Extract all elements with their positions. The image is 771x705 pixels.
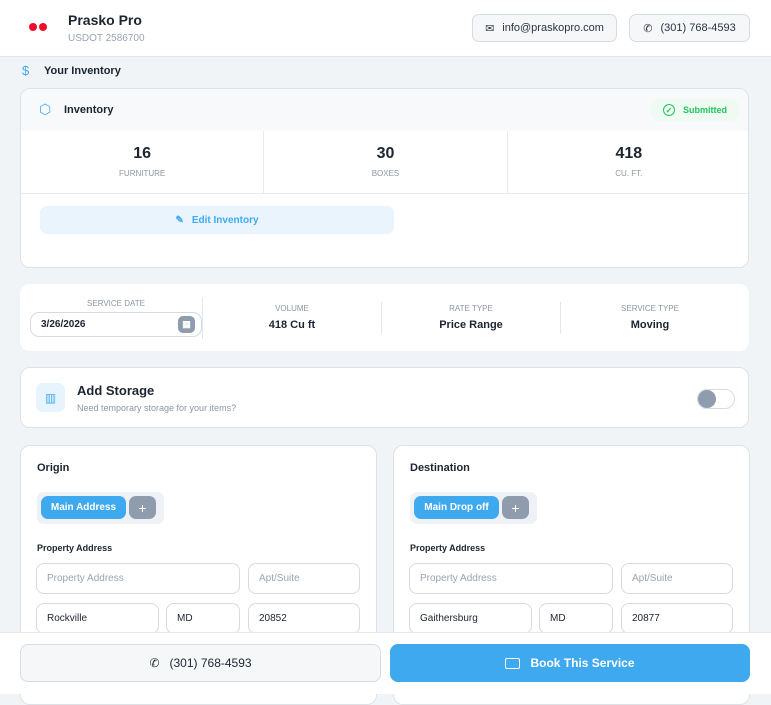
edit-inventory-button[interactable]: ✎ Edit Inventory bbox=[40, 206, 394, 234]
origin-zip-input[interactable]: 20852 bbox=[248, 603, 360, 634]
box-icon: ⬡ bbox=[39, 101, 52, 117]
rate-type: RATE TYPE Price Range bbox=[439, 304, 503, 331]
email-button[interactable]: ✉ info@praskopro.com bbox=[472, 14, 617, 42]
stat-boxes: 30 BOXES bbox=[264, 131, 508, 193]
add-drop-off-button[interactable]: + bbox=[502, 496, 529, 519]
stat-furniture: 16 FURNITURE bbox=[21, 131, 265, 193]
section-title: Your Inventory bbox=[44, 65, 121, 77]
usdot-number: USDOT 2586700 bbox=[68, 33, 145, 44]
phone-button[interactable]: ✆ (301) 768-4593 bbox=[629, 14, 750, 42]
mail-icon: ✉ bbox=[485, 22, 495, 35]
book-service-button[interactable]: Book This Service bbox=[390, 644, 750, 682]
volume: VOLUME 418 Cu ft bbox=[268, 304, 316, 331]
edit-icon: ✎ bbox=[175, 214, 184, 226]
storage-toggle[interactable] bbox=[697, 389, 735, 409]
status-badge: ✓ Submitted bbox=[651, 99, 739, 121]
destination-zip-input[interactable]: 20877 bbox=[621, 603, 733, 634]
inventory-card: ⬡ Inventory ✓ Submitted 16 FURNITURE 30 BOX… bbox=[20, 88, 749, 268]
origin-address-input[interactable]: Property Address bbox=[36, 563, 240, 594]
origin-city-input[interactable]: Rockville bbox=[36, 603, 159, 634]
destination-apt-input[interactable]: Apt/Suite bbox=[621, 563, 733, 594]
check-circle-icon: ✓ bbox=[663, 104, 675, 116]
service-details-card: SERVICE DATE 3/26/2026 ▦ VOLUME 418 Cu ft … bbox=[20, 284, 749, 351]
storage-card: ▥ Add Storage Need temporary storage for… bbox=[20, 367, 749, 428]
main-address-tab[interactable]: Main Address bbox=[41, 496, 126, 519]
calendar-icon[interactable]: ▦ bbox=[178, 315, 195, 333]
stat-cubic-feet: 418 CU. FT. bbox=[615, 145, 643, 178]
destination-state-input[interactable]: MD bbox=[539, 603, 613, 634]
destination-address-input[interactable]: Property Address bbox=[409, 563, 613, 594]
origin-state-input[interactable]: MD bbox=[166, 603, 240, 634]
phone-icon: ✆ bbox=[643, 22, 653, 35]
warehouse-icon: ▥ bbox=[36, 383, 65, 412]
logo bbox=[29, 23, 47, 31]
add-address-button[interactable]: + bbox=[129, 496, 156, 519]
origin-apt-input[interactable]: Apt/Suite bbox=[248, 563, 360, 594]
destination-city-input[interactable]: Gaithersburg bbox=[409, 603, 532, 634]
dollar-icon: $ bbox=[22, 63, 30, 78]
storage-title: Add Storage bbox=[77, 383, 155, 398]
call-button[interactable]: ✆ (301) 768-4593 bbox=[20, 644, 381, 682]
service-type: SERVICE TYPE Moving bbox=[621, 304, 679, 331]
card-icon bbox=[505, 657, 521, 669]
inventory-title: Inventory bbox=[64, 104, 114, 116]
phone-icon: ✆ bbox=[149, 656, 160, 670]
company-name: Prasko Pro bbox=[68, 12, 142, 28]
service-date-input[interactable]: 3/26/2026 ▦ bbox=[30, 311, 202, 337]
main-drop-off-tab[interactable]: Main Drop off bbox=[414, 496, 499, 519]
storage-subtitle: Need temporary storage for your items? bbox=[77, 403, 237, 413]
